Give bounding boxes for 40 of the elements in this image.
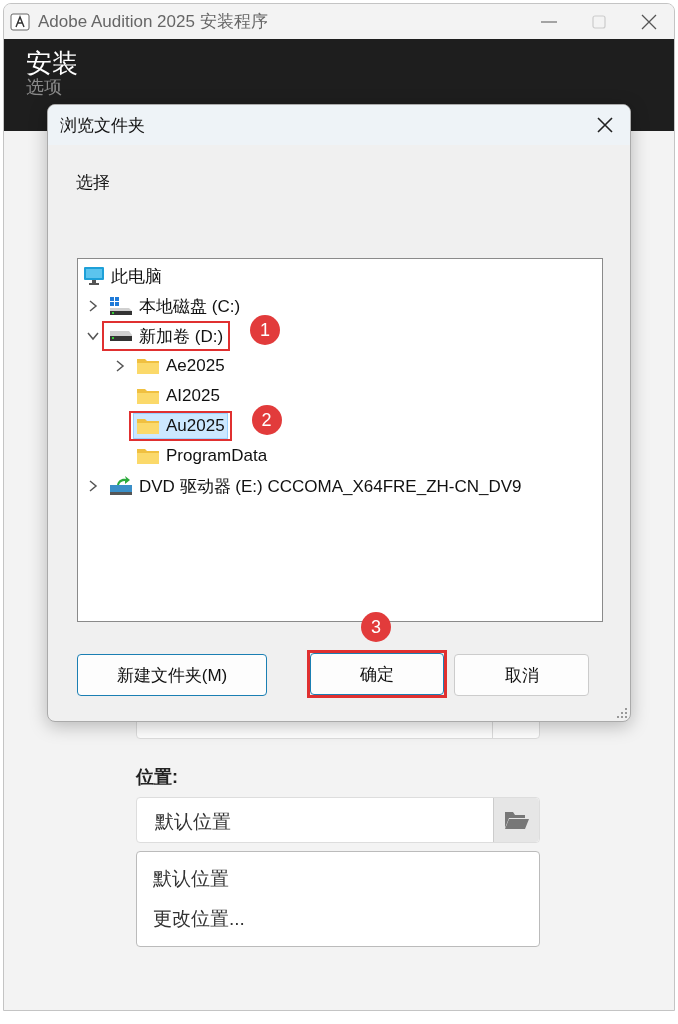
- page-subtitle: 选项: [26, 77, 62, 98]
- dropdown-option[interactable]: 默认位置: [153, 866, 229, 892]
- tree-item[interactable]: 此电脑: [80, 263, 165, 289]
- dialog-title: 浏览文件夹: [60, 114, 145, 137]
- step-badge: 1: [250, 315, 281, 345]
- resize-grip-icon[interactable]: [616, 707, 628, 719]
- tree-item[interactable]: DVD 驱动器 (E:) CCCOMA_X64FRE_ZH-CN_DV9: [106, 473, 525, 499]
- window-title: Adobe Audition 2025 安装程序: [38, 11, 269, 33]
- close-icon: [596, 116, 614, 134]
- folder-icon: [136, 387, 160, 405]
- dialog-button[interactable]: 新建文件夹(M): [77, 654, 267, 696]
- field-label: 位置:: [136, 766, 178, 789]
- minimize-icon: [541, 20, 557, 23]
- folder-icon: [136, 417, 160, 435]
- drive-icon: [109, 329, 133, 343]
- tree-item[interactable]: ProgramData: [133, 443, 271, 469]
- tree-item[interactable]: Au2025: [133, 413, 228, 439]
- folder-icon: [136, 357, 160, 375]
- expand-icon[interactable]: [114, 360, 126, 372]
- page-title: 安装: [26, 49, 78, 78]
- app-icon: [10, 12, 30, 31]
- expand-icon[interactable]: [87, 300, 99, 312]
- step-badge: 3: [361, 612, 391, 642]
- tree-item[interactable]: AI2025: [133, 383, 223, 409]
- maximize-icon: [590, 12, 608, 31]
- drive-icon: [109, 296, 133, 316]
- close-icon: [640, 12, 658, 31]
- dropdown-option[interactable]: 更改位置...: [153, 906, 245, 932]
- dialog-button[interactable]: 确定: [310, 653, 444, 695]
- dialog-button[interactable]: 取消: [454, 654, 589, 696]
- folder-icon: [136, 447, 160, 465]
- tree-item[interactable]: 本地磁盘 (C:): [106, 293, 244, 319]
- prompt-text: 选择: [76, 172, 110, 194]
- dvd-drive-icon: [109, 476, 133, 496]
- collapse-icon[interactable]: [87, 330, 99, 342]
- tree-item[interactable]: Ae2025: [133, 353, 228, 379]
- expand-icon[interactable]: [87, 480, 99, 492]
- tree-item[interactable]: 新加卷 (D:): [106, 323, 227, 349]
- computer-icon: [83, 266, 105, 286]
- step-badge: 2: [251, 405, 282, 435]
